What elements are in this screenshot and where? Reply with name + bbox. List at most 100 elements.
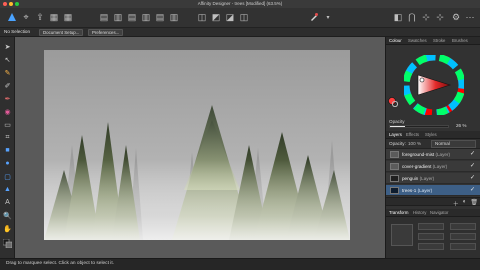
designer-persona-icon[interactable] <box>6 11 18 23</box>
tab-navigator[interactable]: Navigator <box>430 210 448 215</box>
layer-row-cover-gradient[interactable]: cover-gradient (Layer) ✓ <box>386 161 480 172</box>
grid-icon-2[interactable]: ▦ <box>62 11 74 23</box>
pencil-tool-icon[interactable]: ✐ <box>3 81 12 90</box>
selection-label: No Selection <box>4 29 31 34</box>
tab-swatches[interactable]: Swatches <box>408 38 427 43</box>
tab-history[interactable]: History <box>413 210 426 215</box>
snapping-icon[interactable]: ◧ <box>392 11 404 23</box>
tools-panel: ➤ ↖ ✎ ✐ ✒ ◉ ▭ ⌗ ■ ● ▢ ▲ A 🔍 ✋ <box>0 37 15 258</box>
arrange-icon-4[interactable]: ◫ <box>238 11 250 23</box>
rectangle-tool-icon[interactable]: ■ <box>3 146 12 155</box>
layer-name: cover-gradient <box>402 164 432 169</box>
layer-type: (Layer) <box>419 176 435 181</box>
delete-layer-icon[interactable]: 🗑 <box>470 199 478 208</box>
text-tool-icon[interactable]: A <box>3 198 12 207</box>
anchor-grid-icon[interactable] <box>391 224 413 246</box>
brush-icon[interactable] <box>308 11 320 23</box>
pen-tool-icon[interactable]: ✎ <box>3 68 12 77</box>
tab-effects[interactable]: Effects <box>406 132 419 137</box>
layer-thumbnail <box>390 175 399 182</box>
canvas-workspace[interactable] <box>15 37 385 258</box>
magnet-icon[interactable]: ⋂ <box>406 11 418 23</box>
color-wheel[interactable] <box>402 53 466 117</box>
layer-thumbnail <box>390 163 399 170</box>
transform-field-3[interactable] <box>418 233 444 240</box>
arrange-icon-2[interactable]: ◩ <box>210 11 222 23</box>
move-tool-icon[interactable]: ➤ <box>3 42 12 51</box>
opacity-value[interactable]: 26 % <box>456 123 466 128</box>
pixel-persona-icon[interactable]: ⌖ <box>20 11 32 23</box>
transform-panel-tabs: Transform History Navigator <box>386 209 480 217</box>
brush-tool-icon[interactable]: ✒ <box>3 94 12 103</box>
hand-tool-icon[interactable]: ✋ <box>3 224 12 233</box>
layers-actions-bar: ＋ ◐ 🗑 <box>386 197 480 208</box>
layer-type: (Layer) <box>432 164 448 169</box>
title-bar: Affinity Designer - trees [Modified] (63… <box>0 0 480 8</box>
window-title: Affinity Designer - trees [Modified] (63… <box>197 1 283 6</box>
opacity-label: Opacity <box>389 119 405 124</box>
align-icon-5[interactable]: ▤ <box>154 11 166 23</box>
layer-name: trees-1 <box>402 188 417 193</box>
transform-fields <box>418 223 476 253</box>
add-layer-icon[interactable]: ＋ <box>453 199 459 208</box>
transform-area <box>386 217 480 258</box>
layers-opacity-value[interactable]: 100 % <box>408 141 421 146</box>
export-persona-icon[interactable]: ⇪ <box>34 11 46 23</box>
layer-name: penguin <box>402 176 419 181</box>
rounded-rectangle-tool-icon[interactable]: ▢ <box>3 172 12 181</box>
align-icon-3[interactable]: ▤ <box>126 11 138 23</box>
tab-styles[interactable]: Styles <box>425 132 437 137</box>
layer-thumbnail <box>390 151 399 158</box>
foreground-mist-overlay <box>44 160 350 240</box>
ellipse-tool-icon[interactable]: ● <box>3 159 12 168</box>
tab-brushes[interactable]: Brushes <box>452 38 468 43</box>
snap-settings-icon-2[interactable]: ⊹ <box>434 11 446 23</box>
transform-field-4[interactable] <box>450 233 476 240</box>
arrange-icon-1[interactable]: ◫ <box>196 11 208 23</box>
toolbar-more-icon[interactable]: ⋯ <box>464 11 476 23</box>
layer-row-penguin[interactable]: penguin (Layer) ✓ <box>386 173 480 184</box>
align-icon-6[interactable]: ▥ <box>168 11 180 23</box>
document-setup-button[interactable]: Document Setup... <box>39 29 84 36</box>
align-icon-1[interactable]: ▤ <box>98 11 110 23</box>
layer-visibility-check-icon[interactable]: ✓ <box>470 174 475 181</box>
layer-visibility-check-icon[interactable]: ✓ <box>470 162 475 169</box>
layer-row-foreground-mist[interactable]: foreground-mist (Layer) ✓ <box>386 149 480 160</box>
transform-field-1[interactable] <box>418 223 444 230</box>
triangle-tool-icon[interactable]: ▲ <box>3 185 12 194</box>
opacity-slider[interactable] <box>389 125 449 128</box>
crop-tool-icon[interactable]: ⌗ <box>3 133 12 142</box>
layer-row-trees-1[interactable]: trees-1 (Layer) ✓ <box>386 185 480 196</box>
layer-visibility-check-icon[interactable]: ✓ <box>470 150 475 157</box>
grid-icon[interactable]: ▦ <box>48 11 60 23</box>
transparency-tool-icon[interactable]: ▭ <box>3 120 12 129</box>
layer-visibility-check-icon[interactable]: ✓ <box>470 186 475 193</box>
tab-colour[interactable]: Colour <box>389 38 402 43</box>
transform-field-2[interactable] <box>450 223 476 230</box>
snap-settings-icon[interactable]: ⊹ <box>420 11 432 23</box>
assistant-icon[interactable]: ⚙ <box>450 11 462 23</box>
layers-opacity-row: Opacity: 100 % Normal <box>386 139 480 149</box>
mask-icon[interactable]: ◐ <box>463 199 467 208</box>
preferences-button[interactable]: Preferences... <box>88 29 124 36</box>
align-icon-2[interactable]: ▥ <box>112 11 124 23</box>
dropdown-chevron-icon[interactable]: ▾ <box>322 11 334 23</box>
arrange-icon-3[interactable]: ◪ <box>224 11 236 23</box>
tab-transform[interactable]: Transform <box>389 210 408 215</box>
blend-mode-dropdown[interactable]: Normal <box>431 140 476 148</box>
align-icon-4[interactable]: ▥ <box>140 11 152 23</box>
transform-field-5[interactable] <box>418 243 444 250</box>
color-tool-icon[interactable] <box>3 239 12 248</box>
artboard[interactable] <box>44 50 350 240</box>
fill-tool-icon[interactable]: ◉ <box>3 107 12 116</box>
color-indicator[interactable] <box>388 97 399 108</box>
main-toolbar: ⌖ ⇪ ▦ ▦ ▤ ▥ ▤ ▥ ▤ ▥ ◫ ◩ ◪ ◫ ▾ ◧ ⋂ ⊹ ⊹ ⚙ … <box>0 8 480 28</box>
transform-field-6[interactable] <box>450 243 476 250</box>
right-panel: Colour Swatches Stroke Brushes Opacity 2… <box>385 37 480 258</box>
layers-panel-tabs: Layers Effects Styles <box>386 131 480 139</box>
tab-stroke[interactable]: Stroke <box>433 38 445 43</box>
node-tool-icon[interactable]: ↖ <box>3 55 12 64</box>
layer-name: foreground-mist <box>402 152 435 157</box>
tab-layers[interactable]: Layers <box>389 132 402 137</box>
zoom-tool-icon[interactable]: 🔍 <box>3 211 12 220</box>
